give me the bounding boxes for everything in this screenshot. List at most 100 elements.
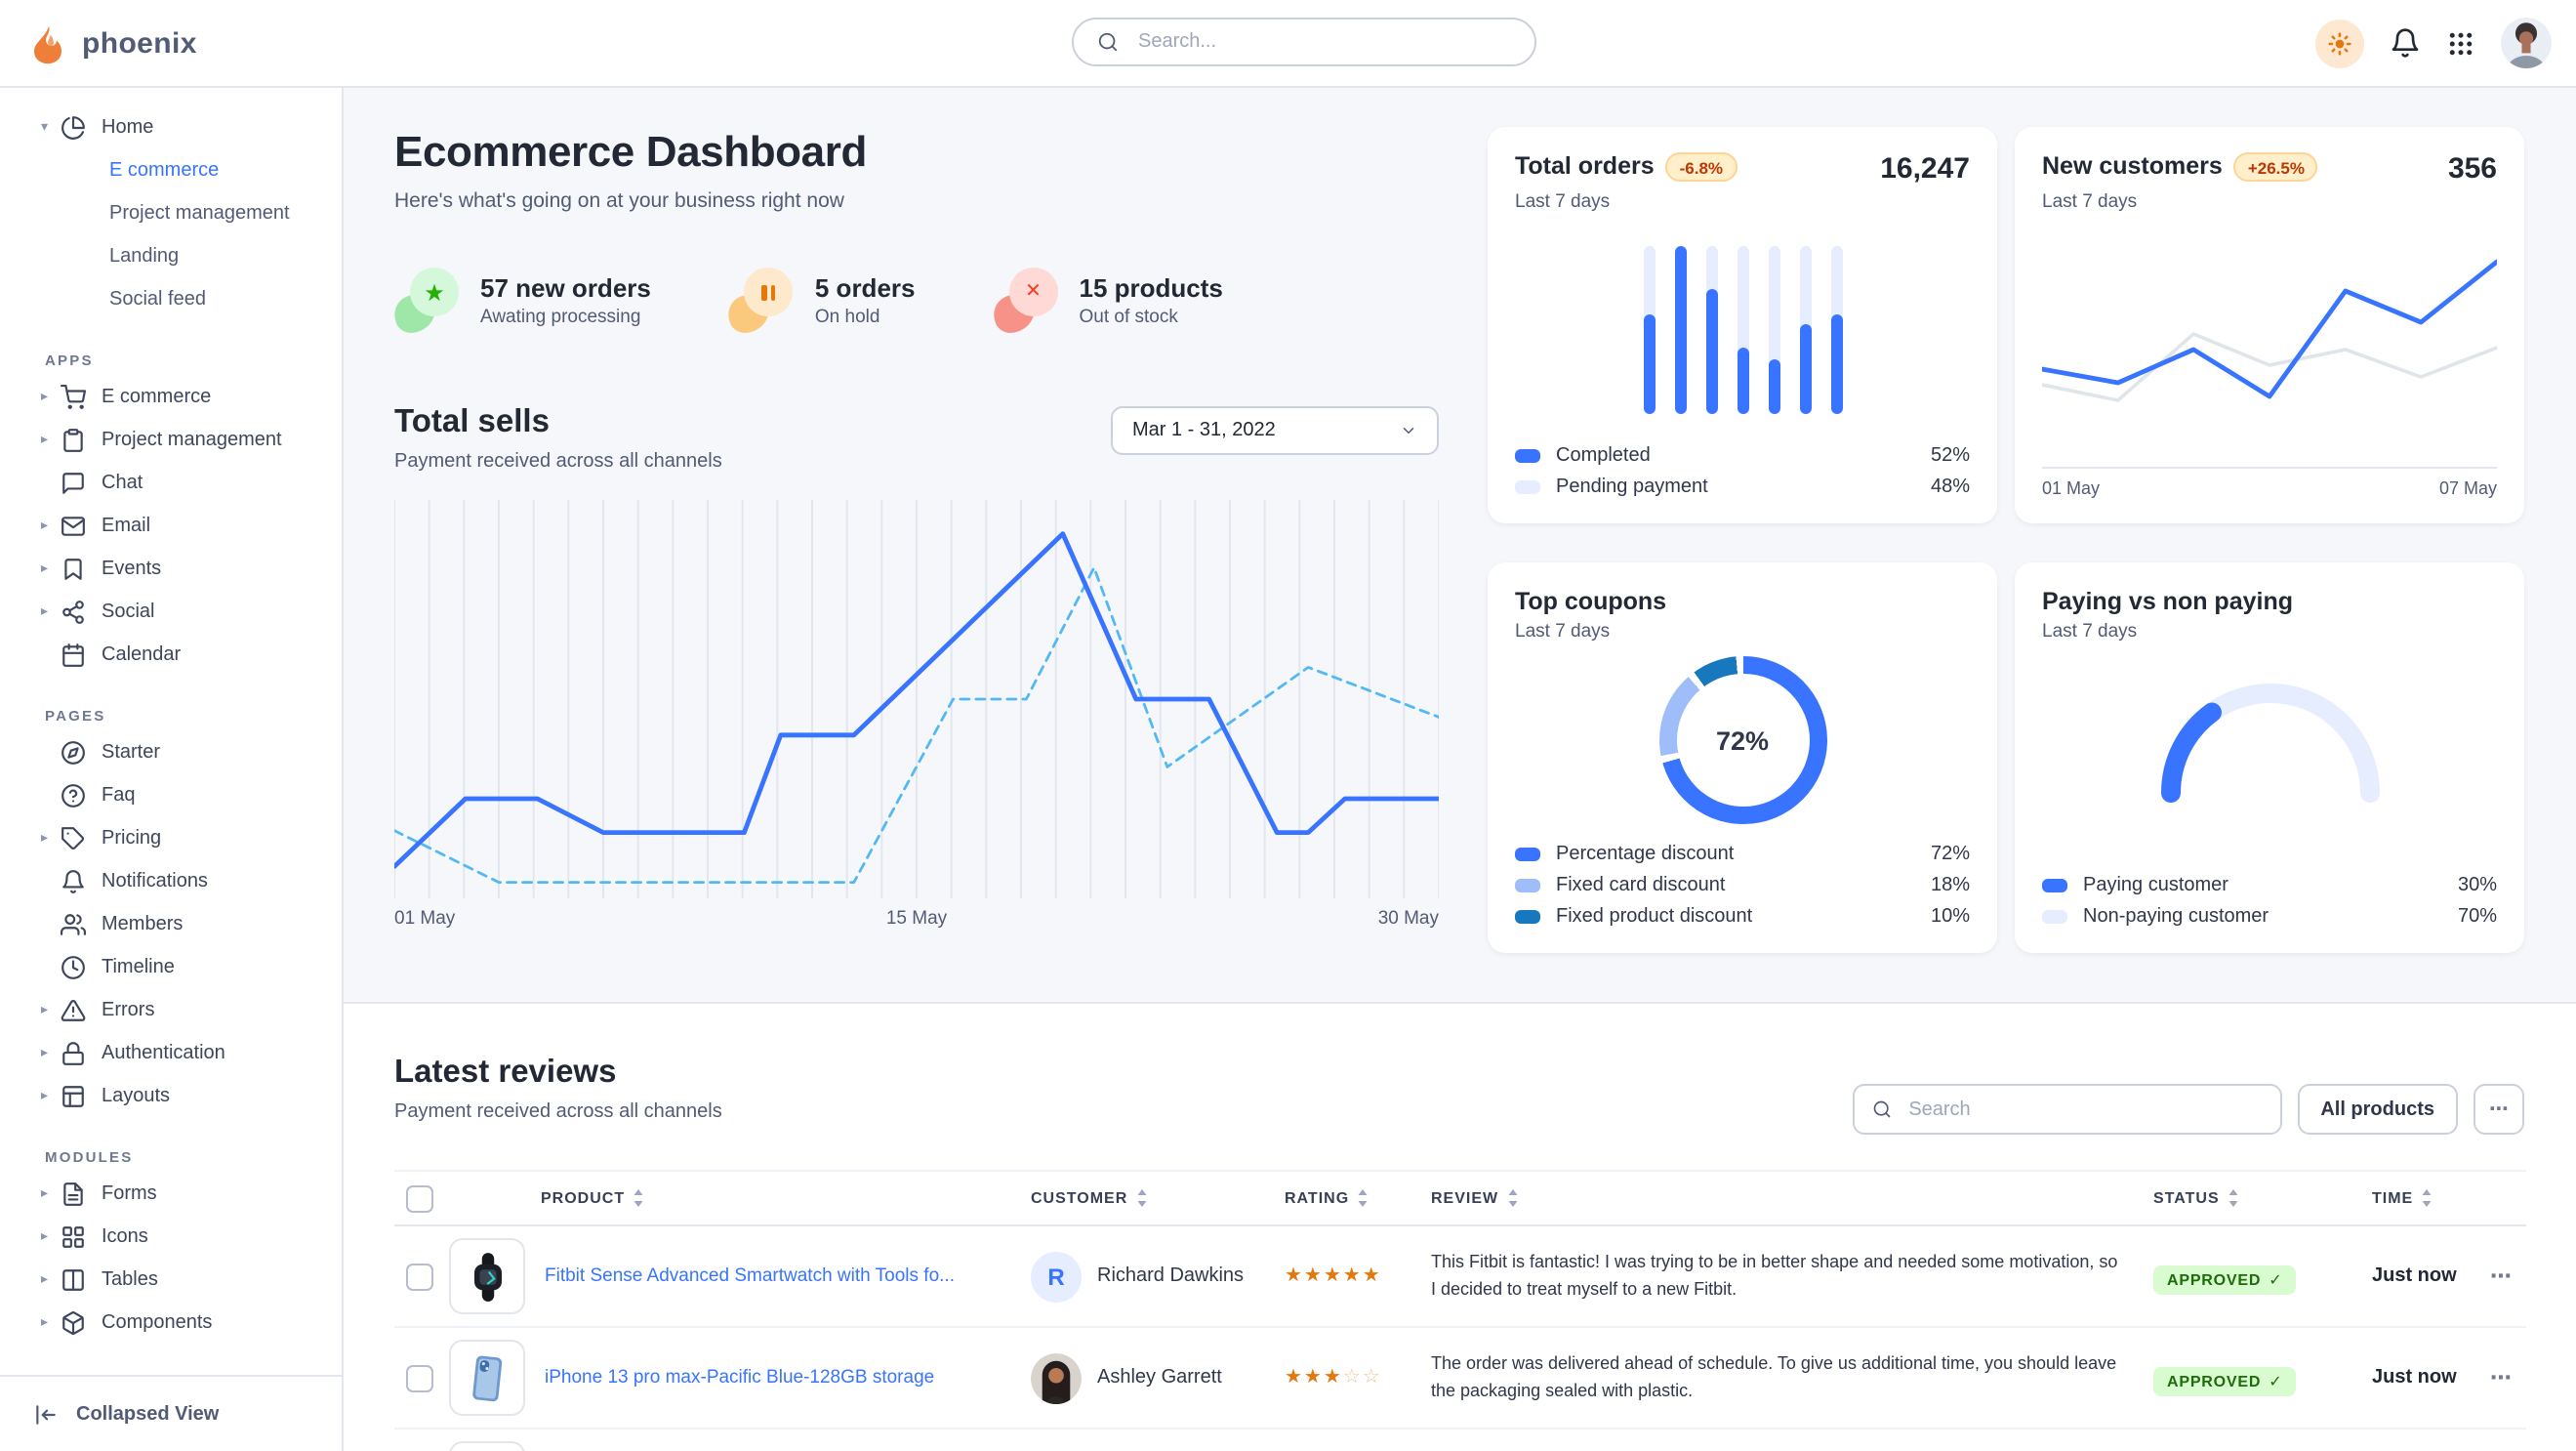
stat-orders-on-hold: 5 orders On hold [729,268,916,334]
sidebar-item-pricing[interactable]: ▸ Pricing [0,816,342,859]
select-all-checkbox[interactable] [406,1184,433,1212]
total-sells-header: Total sells Payment received across all … [394,404,1454,473]
check-icon: ✓ [2269,1372,2282,1389]
sidebar-section-apps: APPS [0,344,342,375]
customer-avatar[interactable]: R [1031,1251,1082,1302]
legend-fixed-product-discount: Fixed product discount 10% [1515,900,1970,932]
sidebar-item-timeline[interactable]: Timeline [0,945,342,988]
donut-center-value: 72% [1716,726,1769,755]
reviews-search-input[interactable] [1904,1097,2262,1122]
column-header-product[interactable]: PRODUCT [449,1189,1031,1207]
sidebar-item-events[interactable]: ▸ Events [0,547,342,590]
row-menu-icon[interactable]: ⋯ [2475,1264,2526,1289]
rating-stars: ★★★☆☆ [1285,1367,1431,1389]
sidebar-item-notifications[interactable]: Notifications [0,859,342,902]
legend-fixed-card-discount: Fixed card discount 18% [1515,869,1970,900]
top-coupons-donut-chart: 72% [1658,656,1826,824]
legend-swatch [1515,878,1540,891]
collapse-sidebar-button[interactable]: Collapsed View [0,1375,342,1451]
sidebar-item-project-management-dashboard[interactable]: Project management [0,191,342,234]
sidebar-item-landing[interactable]: Landing [0,234,342,277]
page-subtitle: Here's what's going on at your business … [394,189,1454,213]
caret-right-icon: ▸ [41,830,59,846]
all-products-button[interactable]: All products [2297,1084,2458,1135]
sidebar-item-apps-ecommerce[interactable]: ▸ E commerce [0,375,342,418]
reviews-more-button[interactable]: ⋯ [2474,1084,2524,1135]
search-icon [1097,31,1119,53]
review-text: The order was delivered ahead of schedul… [1431,1351,2153,1404]
product-image-iphone[interactable] [449,1340,525,1416]
brand-logo[interactable]: phoenix [27,0,197,86]
new-customers-line-chart [2042,256,2497,451]
user-avatar[interactable] [2501,18,2552,68]
chevron-down-icon [1400,422,1417,439]
date-range-select[interactable]: Mar 1 - 31, 2022 [1111,406,1439,455]
row-menu-icon[interactable]: ⋯ [2475,1365,2526,1390]
compass-icon [61,739,86,765]
page-title: Ecommerce Dashboard [394,127,1454,178]
legend-swatch [1515,909,1540,923]
file-text-icon [61,1181,86,1206]
card-top-coupons: Top coupons Last 7 days 72% Percentage d… [1488,562,1997,953]
chevron-down-icon: ▾ [41,119,59,135]
row-checkbox[interactable] [406,1263,433,1290]
cart-icon [61,384,86,409]
caret-right-icon: ▸ [41,603,59,619]
sidebar-item-social[interactable]: ▸ Social [0,590,342,633]
product-link[interactable]: Fitbit Sense Advanced Smartwatch with To… [545,1265,955,1287]
column-header-customer[interactable]: CUSTOMER [1031,1189,1285,1207]
sidebar-item-faq[interactable]: Faq [0,773,342,816]
global-search-input[interactable] [1134,29,1511,55]
column-header-review[interactable]: REVIEW [1431,1189,2153,1207]
share-icon [61,599,86,624]
column-header-time[interactable]: TIME [2372,1189,2475,1207]
search-icon [1871,1099,1891,1119]
sidebar-item-home[interactable]: ▾ Home [0,105,342,148]
product-image-smartwatch[interactable] [449,1238,525,1314]
sidebar-item-authentication[interactable]: ▸ Authentication [0,1031,342,1074]
table-icon [61,1266,86,1292]
sidebar-item-icons[interactable]: ▸ Icons [0,1215,342,1258]
sidebar-item-members[interactable]: Members [0,902,342,945]
new-customers-x-axis: 01 May 07 May [2042,467,2497,498]
caret-right-icon: ▸ [41,1314,59,1330]
sidebar-item-email[interactable]: ▸ Email [0,504,342,547]
legend-swatch [1515,448,1540,462]
grid-icon [61,1223,86,1249]
column-header-rating[interactable]: RATING [1285,1189,1431,1207]
global-search [1072,18,1536,66]
top-navbar: phoenix [0,0,2576,88]
caret-right-icon: ▸ [41,1088,59,1103]
caret-right-icon: ▸ [41,518,59,533]
column-header-status[interactable]: STATUS [2153,1189,2372,1207]
total-orders-bar-chart [1643,246,1842,414]
sidebar-item-tables[interactable]: ▸ Tables [0,1258,342,1301]
bell-icon [2390,27,2421,59]
caret-right-icon: ▸ [41,389,59,404]
clock-icon [61,954,86,979]
review-time: Just now [2372,1367,2475,1389]
sidebar-item-forms[interactable]: ▸ Forms [0,1172,342,1215]
caret-right-icon: ▸ [41,1045,59,1060]
sidebar-item-layouts[interactable]: ▸ Layouts [0,1074,342,1117]
theme-toggle-button[interactable] [2315,19,2364,67]
row-checkbox[interactable] [406,1364,433,1391]
status-badge: APPROVED✓ [2153,1264,2296,1294]
bell-icon [61,868,86,893]
sidebar-item-components[interactable]: ▸ Components [0,1301,342,1344]
sidebar-item-starter[interactable]: Starter [0,730,342,773]
sidebar-item-social-feed[interactable]: Social feed [0,277,342,320]
customer-avatar[interactable] [1031,1352,1082,1403]
stat-out-of-stock: ✕ 15 products Out of stock [994,268,1223,334]
sidebar-item-ecommerce-dashboard[interactable]: E commerce [0,148,342,191]
sidebar-item-errors[interactable]: ▸ Errors [0,988,342,1031]
notifications-button[interactable] [2390,27,2421,59]
app-root: phoenix [0,0,2576,1451]
sidebar-item-chat[interactable]: Chat [0,461,342,504]
product-link[interactable]: iPhone 13 pro max-Pacific Blue-128GB sto… [545,1367,934,1389]
apps-menu-button[interactable] [2446,28,2475,58]
calendar-icon [61,642,86,667]
sidebar-item-calendar[interactable]: Calendar [0,633,342,676]
rating-stars: ★★★★★ [1285,1265,1431,1287]
sidebar-item-apps-project-management[interactable]: ▸ Project management [0,418,342,461]
